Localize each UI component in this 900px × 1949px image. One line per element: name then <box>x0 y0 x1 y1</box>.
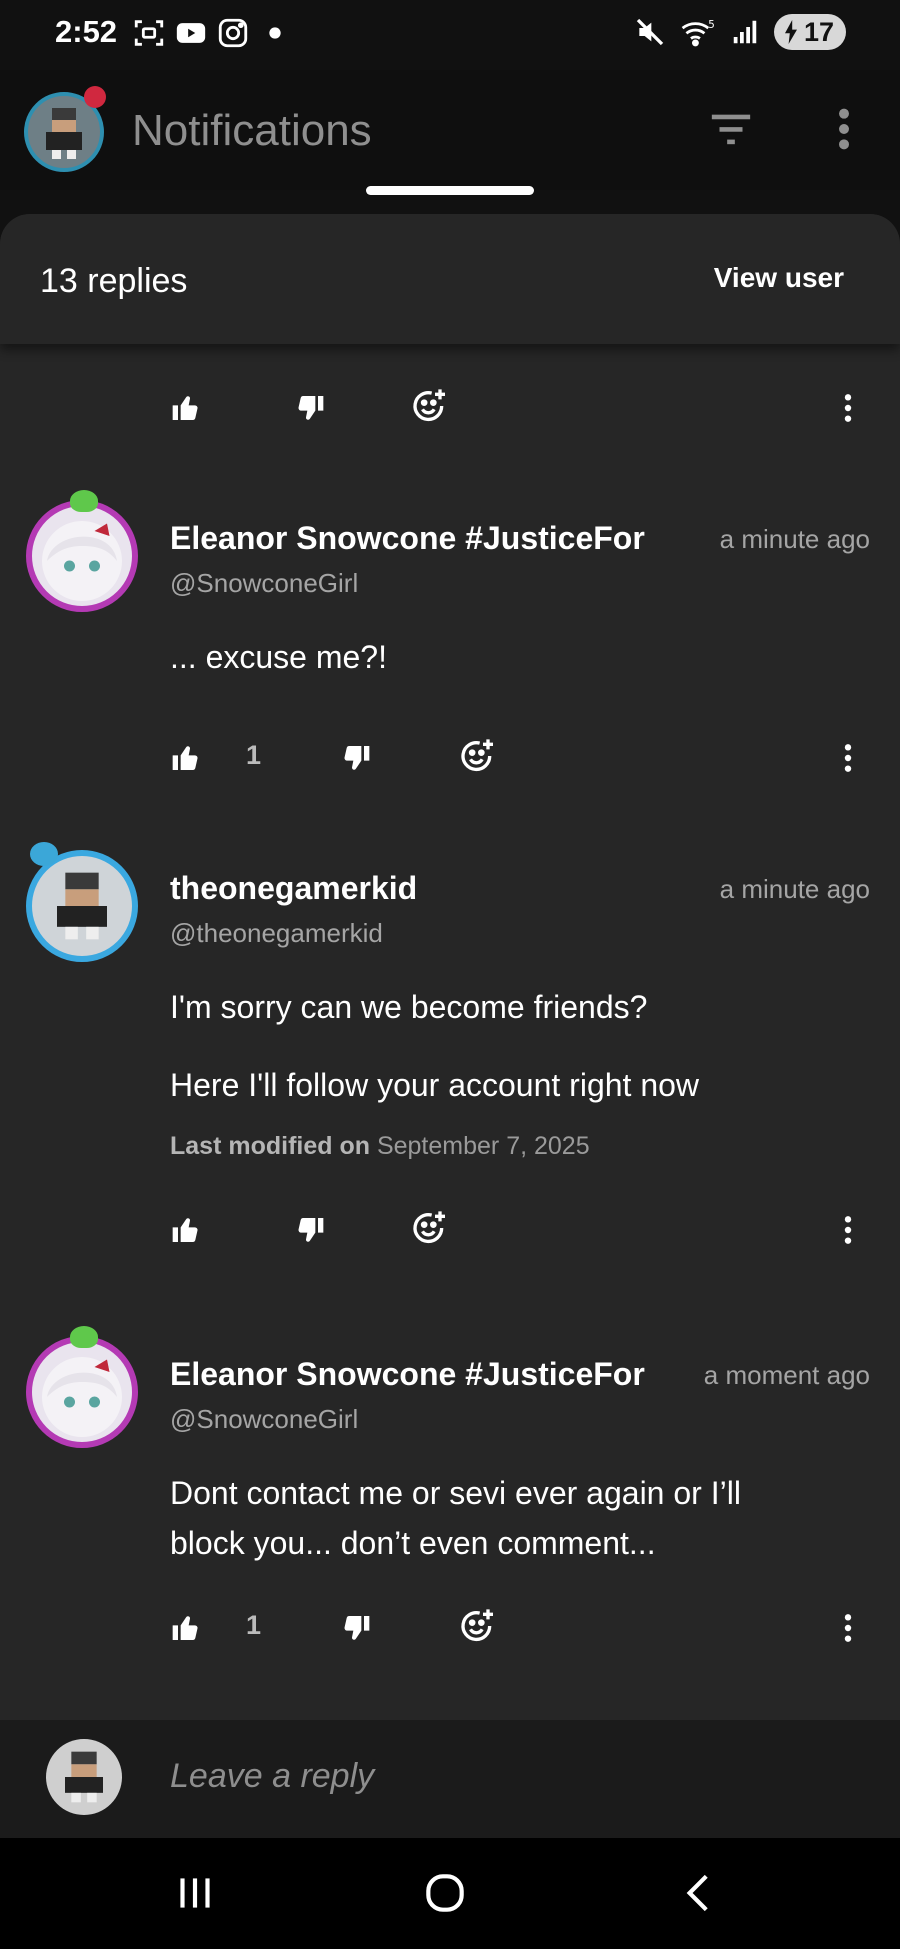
comment-actions <box>0 1200 900 1260</box>
wifi-icon: 5 <box>681 19 715 47</box>
comment-avatar[interactable] <box>26 500 138 612</box>
comment-actions: 1 <box>0 728 900 788</box>
comment-author-name[interactable]: Eleanor Snowcone #JusticeFor <box>170 1356 660 1393</box>
dot-icon <box>269 27 281 39</box>
charging-icon <box>784 20 797 44</box>
comment-avatar[interactable] <box>26 1336 138 1448</box>
replies-count: 13 replies <box>40 262 188 300</box>
add-reaction-icon[interactable] <box>410 1208 450 1248</box>
more-vert-icon[interactable] <box>840 392 856 424</box>
add-reaction-icon[interactable] <box>410 386 450 426</box>
avatar-badge-icon <box>70 490 98 512</box>
more-vert-icon[interactable] <box>840 1214 856 1246</box>
comment-author-handle: @theonegamerkid <box>170 918 383 948</box>
sheet-drag-handle[interactable] <box>366 186 534 195</box>
status-time: 2:52 <box>55 14 118 49</box>
thumb-down-icon[interactable] <box>294 1214 326 1246</box>
comment-text-line: block you... don’t even comment... <box>170 1525 656 1561</box>
comment-time: a minute ago <box>719 874 870 904</box>
thumb-up-icon[interactable] <box>170 392 202 424</box>
page-title: Notifications <box>132 106 372 155</box>
thumb-up-icon[interactable] <box>170 1612 202 1644</box>
comment-author-name[interactable]: Eleanor Snowcone #JusticeFor <box>170 520 670 557</box>
like-count: 1 <box>246 740 262 770</box>
add-reaction-icon[interactable] <box>458 1606 498 1646</box>
instagram-icon <box>218 18 248 48</box>
thumb-down-icon[interactable] <box>340 742 372 774</box>
add-reaction-icon[interactable] <box>458 736 498 776</box>
more-vert-icon[interactable] <box>840 1612 856 1644</box>
comment-text-line: Dont contact me or sevi ever again or I’… <box>170 1475 741 1511</box>
comment-time: a moment ago <box>693 1360 870 1391</box>
thumb-down-icon[interactable] <box>340 1612 372 1644</box>
youtube-icon <box>176 23 206 43</box>
more-vert-icon[interactable] <box>826 106 862 152</box>
current-user-avatar <box>46 1739 122 1815</box>
like-count: 1 <box>246 1610 262 1640</box>
recents-icon[interactable] <box>170 1868 220 1918</box>
comment-text: ... excuse me?! <box>170 639 387 675</box>
comment-author-name[interactable]: theonegamerkid <box>170 870 417 907</box>
status-notification-icons <box>132 16 292 50</box>
filter-icon[interactable] <box>708 110 754 150</box>
last-modified-date: September 7, 2025 <box>376 1132 590 1160</box>
replies-sheet: 13 replies View user Eleanor Snowcone #J… <box>0 214 900 1720</box>
view-user-button[interactable]: View user <box>714 262 844 294</box>
reply-bar <box>0 1720 900 1838</box>
home-icon[interactable] <box>420 1868 470 1918</box>
thumb-up-icon[interactable] <box>170 742 202 774</box>
comment-text-line: Here I'll follow your account right now <box>170 1067 700 1103</box>
thumb-down-icon[interactable] <box>294 392 326 424</box>
comment-time: a minute ago <box>709 524 870 555</box>
comment-author-handle: @SnowconeGirl <box>170 568 359 598</box>
comment-actions <box>0 378 900 438</box>
thumb-up-icon[interactable] <box>170 1214 202 1246</box>
last-modified: Last modified on September 7, 2025 <box>170 1132 590 1161</box>
signal-icon <box>733 20 757 44</box>
sheet-header: 13 replies View user <box>0 214 900 344</box>
battery-level: 17 <box>803 16 834 47</box>
reply-input[interactable]: Leave a reply <box>170 1757 374 1796</box>
notification-dot <box>84 86 106 108</box>
status-right-icons: 5 17 <box>634 14 846 50</box>
back-icon[interactable] <box>675 1868 725 1918</box>
comment-text-line: I'm sorry can we become friends? <box>170 989 648 1025</box>
avatar-badge-icon <box>70 1326 98 1348</box>
mute-icon <box>636 18 664 46</box>
comment-avatar[interactable] <box>26 850 138 962</box>
last-modified-label: Last modified on <box>170 1132 370 1160</box>
battery-indicator: 17 <box>773 14 846 50</box>
screenshot-icon <box>134 20 164 46</box>
comment-author-handle: @SnowconeGirl <box>170 1404 359 1434</box>
more-vert-icon[interactable] <box>840 742 856 774</box>
comment-actions: 1 <box>0 1598 900 1658</box>
avatar-badge-icon <box>30 842 58 866</box>
svg-text:5: 5 <box>708 19 715 31</box>
